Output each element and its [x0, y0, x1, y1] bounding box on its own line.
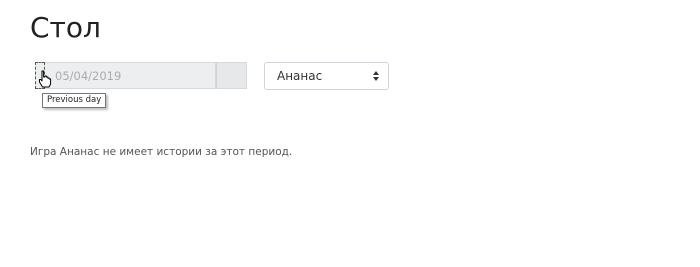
- next-day-button[interactable]: [216, 62, 247, 89]
- game-select-value: Ананас: [277, 69, 323, 83]
- empty-history-message: Игра Ананас не имеет истории за этот пер…: [30, 146, 293, 158]
- page-title: Стол: [30, 11, 101, 44]
- sort-arrows-icon: [373, 71, 379, 81]
- date-input[interactable]: [45, 62, 216, 89]
- previous-day-tooltip: Previous day: [42, 93, 107, 108]
- date-picker: [35, 62, 247, 89]
- hand-pointer-icon: [39, 70, 52, 88]
- page: Стол Ананас Previous day Игра Ананас не …: [0, 0, 700, 267]
- game-select[interactable]: Ананас: [264, 62, 389, 90]
